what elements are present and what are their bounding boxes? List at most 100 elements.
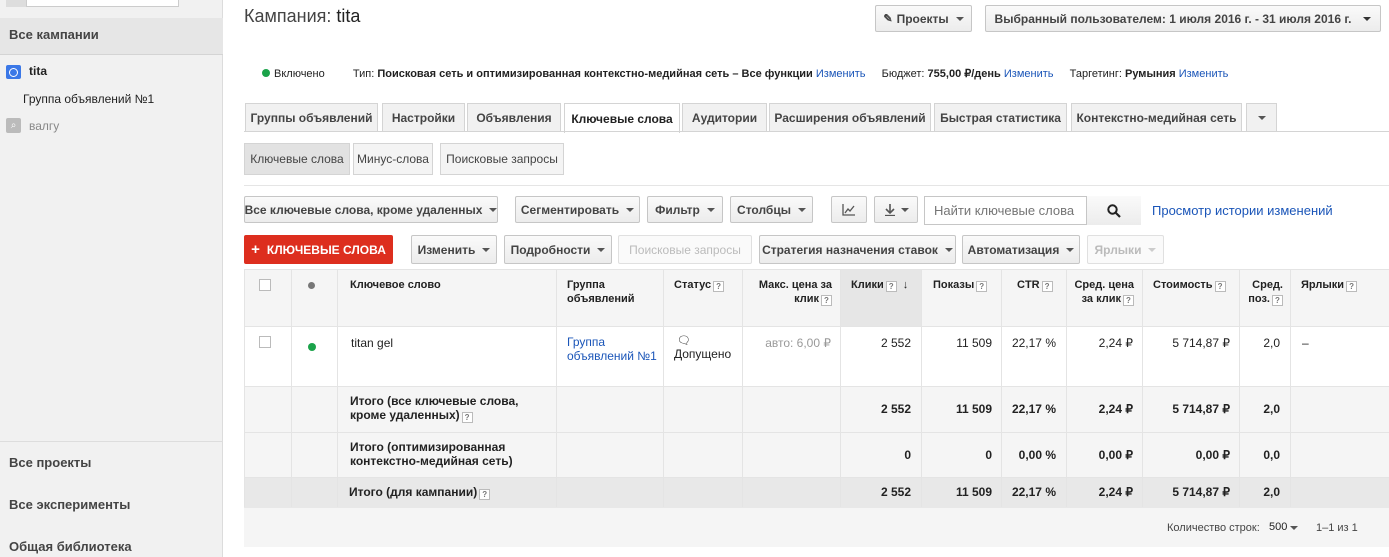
tab-quick-stats[interactable]: Быстрая статистика <box>934 103 1067 132</box>
date-range-label: Выбранный пользователем: 1 июля 2016 г. … <box>994 11 1352 26</box>
keywords-table: Ключевое слово Группа объявлений Статус?… <box>244 269 1389 547</box>
date-range-selector[interactable]: Выбранный пользователем: 1 июля 2016 г. … <box>985 5 1381 32</box>
bid-strategy-button[interactable]: Стратегия назначения ставок <box>759 235 956 264</box>
header-ad-group[interactable]: Группа объявлений <box>567 278 657 306</box>
tab-ad-groups[interactable]: Группы объявлений <box>245 103 378 132</box>
edit-button[interactable]: Изменить <box>411 235 497 264</box>
all-projects-link[interactable]: Все проекты <box>9 455 91 470</box>
help-icon[interactable]: ? <box>1214 281 1226 292</box>
help-icon[interactable]: ? <box>976 281 988 292</box>
help-icon[interactable]: ? <box>713 281 725 292</box>
header-cost[interactable]: Стоимость? <box>1153 278 1226 292</box>
tab-ad-extensions[interactable]: Расширения объявлений <box>769 103 931 132</box>
sidebar-campaign-item[interactable]: tita <box>0 64 223 79</box>
sidebar-ad-group-item[interactable]: Группа объявлений №1 <box>0 92 223 106</box>
header-avg-pos[interactable]: Сред. поз.? <box>1245 278 1283 306</box>
keyword-status-filter[interactable]: Все ключевые слова, кроме удаленных <box>244 196 498 223</box>
tab-keywords[interactable]: Ключевые слова <box>564 103 680 133</box>
help-icon[interactable]: ? <box>1041 281 1053 292</box>
col-divider <box>1066 269 1067 507</box>
budget-edit-link[interactable]: Изменить <box>1004 68 1054 80</box>
totals-avg-cpc: 0,00 ₽ <box>1098 448 1133 462</box>
magnifier-icon: ⌕ <box>6 118 21 133</box>
help-icon[interactable]: ? <box>1272 295 1283 306</box>
subtab-keywords[interactable]: Ключевые слова <box>244 143 350 175</box>
tab-settings[interactable]: Настройки <box>382 103 465 132</box>
add-keywords-button[interactable]: + КЛЮЧЕВЫЕ СЛОВА <box>244 235 393 264</box>
row-checkbox[interactable] <box>259 336 271 348</box>
columns-button[interactable]: Столбцы <box>730 196 813 223</box>
help-icon[interactable]: ? <box>885 281 897 292</box>
speech-bubble-icon[interactable]: 🗨 <box>677 334 691 347</box>
all-campaigns-link[interactable]: Все кампании <box>0 18 223 55</box>
line-chart-icon <box>842 203 855 216</box>
keyword-search-input[interactable] <box>925 197 1086 224</box>
filter-button[interactable]: Фильтр <box>647 196 723 223</box>
totals-cost: 5 714,87 ₽ <box>1172 402 1230 416</box>
shared-library-link[interactable]: Общая библиотека <box>9 539 132 554</box>
help-icon[interactable]: ? <box>821 295 832 306</box>
header-ctr[interactable]: CTR? <box>1017 278 1053 292</box>
col-divider <box>1001 269 1002 507</box>
totals-avg-cpc: 2,24 ₽ <box>1098 485 1133 499</box>
row-divider <box>244 386 1389 387</box>
sidebar-campaign-label: tita <box>29 64 47 78</box>
details-button[interactable]: Подробности <box>504 235 612 264</box>
help-icon[interactable]: ? <box>1346 281 1358 292</box>
chevron-down-icon <box>1290 526 1299 530</box>
header-avg-cpc[interactable]: Сред. цена за клик? <box>1068 278 1134 306</box>
segment-button[interactable]: Сегментировать <box>515 196 640 223</box>
tab-ads[interactable]: Объявления <box>467 103 561 132</box>
chevron-down-icon <box>1148 247 1157 252</box>
tab-audiences[interactable]: Аудитории <box>682 103 767 132</box>
subtab-search-terms[interactable]: Поисковые запросы <box>440 143 564 175</box>
help-icon[interactable]: ? <box>479 489 491 500</box>
sort-arrow-down-icon: ↓ <box>902 279 909 291</box>
totals-label-text: Итого (все ключевые слова, кроме удаленн… <box>350 394 519 422</box>
tab-display-network[interactable]: Контекстно-медийная сеть <box>1071 103 1242 132</box>
ad-group-link[interactable]: Группа объявлений №1 <box>567 335 657 363</box>
totals-avg-pos: 2,0 <box>1263 402 1280 416</box>
header-status[interactable]: Статус? <box>674 278 725 292</box>
tab-more-button[interactable] <box>1246 103 1277 132</box>
main-content: Кампания: tita ✎ Проекты Выбранный польз… <box>224 0 1389 557</box>
projects-button[interactable]: ✎ Проекты <box>875 5 972 32</box>
keyword-cell[interactable]: titan gel <box>351 336 393 350</box>
download-button[interactable] <box>874 196 918 223</box>
header-keyword[interactable]: Ключевое слово <box>350 278 441 292</box>
cost-cell: 5 714,87 ₽ <box>1172 336 1230 350</box>
sidebar-keyword-item[interactable]: ⌕ валгу <box>0 118 223 133</box>
col-divider <box>1290 269 1291 507</box>
type-edit-link[interactable]: Изменить <box>816 68 866 80</box>
help-icon[interactable]: ? <box>1123 295 1134 306</box>
sidebar-toggle[interactable] <box>6 0 26 7</box>
subtab-negative-keywords[interactable]: Минус-слова <box>353 143 433 175</box>
totals-cost: 0,00 ₽ <box>1195 448 1230 462</box>
sidebar-keyword-label: валгу <box>29 119 60 133</box>
sidebar: Все кампании tita Группа объявлений №1 ⌕… <box>0 0 223 557</box>
targeting-edit-link[interactable]: Изменить <box>1179 68 1229 80</box>
sidebar-search-input[interactable] <box>26 0 179 7</box>
header-max-cpc[interactable]: Макс. цена за клик? <box>744 278 832 306</box>
rows-count-value: 500 <box>1269 521 1288 533</box>
ctr-cell: 22,17 % <box>1011 336 1056 350</box>
search-button[interactable] <box>1086 196 1141 225</box>
chevron-down-icon <box>1066 247 1075 252</box>
header-clicks[interactable]: Клики? ↓ <box>851 278 908 292</box>
keyword-status-filter-label: Все ключевые слова, кроме удаленных <box>244 202 483 217</box>
search-terms-button[interactable]: Поисковые запросы <box>618 235 752 264</box>
automate-button[interactable]: Автоматизация <box>962 235 1080 264</box>
chevron-down-icon <box>900 207 909 212</box>
rows-count-select[interactable]: 500 <box>1269 521 1299 533</box>
chart-toggle-button[interactable] <box>831 196 867 223</box>
header-impressions[interactable]: Показы? <box>933 278 988 292</box>
all-experiments-link[interactable]: Все эксперименты <box>9 497 130 512</box>
help-icon[interactable]: ? <box>461 412 473 423</box>
change-history-link[interactable]: Просмотр истории изменений <box>1152 203 1333 218</box>
header-labels[interactable]: Ярлыки? <box>1301 278 1358 292</box>
select-all-checkbox[interactable] <box>259 279 271 291</box>
labels-button[interactable]: Ярлыки <box>1087 235 1164 264</box>
max-cpc-cell[interactable]: авто: 6,00 ₽ <box>744 336 831 350</box>
col-divider <box>921 269 922 507</box>
status-cell: Допущено <box>674 347 732 361</box>
